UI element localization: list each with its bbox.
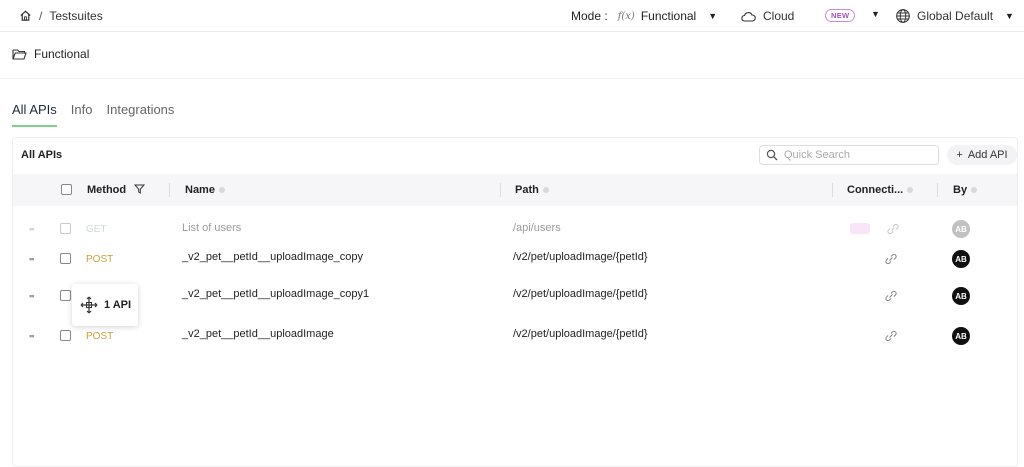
cloud-icon xyxy=(741,11,756,22)
column-connections[interactable]: Connecti... xyxy=(847,184,914,196)
drag-handle-icon[interactable]: ▪▪ xyxy=(29,331,34,341)
new-badge: NEW xyxy=(825,9,856,22)
sort-icon[interactable] xyxy=(971,187,978,194)
row-name[interactable]: _v2_pet__petId__uploadImage_copy1 xyxy=(182,288,369,300)
tab-info[interactable]: Info xyxy=(71,102,93,127)
column-by-label: By xyxy=(953,184,968,196)
row-path: /v2/pet/uploadImage/{petId} xyxy=(513,251,648,263)
breadcrumb-separator: / xyxy=(39,8,43,23)
locale-selector[interactable]: Global Default ▼ xyxy=(895,0,1014,32)
chevron-down-icon[interactable]: ▼ xyxy=(1005,11,1014,21)
globe-icon xyxy=(896,9,910,23)
column-name-label: Name xyxy=(185,184,215,196)
row-method: POST xyxy=(86,331,114,342)
locale-label[interactable]: Global Default xyxy=(917,9,993,23)
column-by[interactable]: By xyxy=(953,184,978,196)
divider xyxy=(0,78,1024,79)
filter-icon[interactable] xyxy=(134,184,146,194)
drag-preview: 1 API xyxy=(72,284,138,326)
search-placeholder: Quick Search xyxy=(784,149,851,161)
row-path: /v2/pet/uploadImage/{petId} xyxy=(513,328,648,340)
folder-open-icon xyxy=(12,49,27,60)
tab-bar: All APIs Info Integrations xyxy=(12,102,174,127)
row-method: POST xyxy=(86,254,114,265)
connection-chip xyxy=(850,223,870,234)
drag-count-label: 1 API xyxy=(103,299,132,311)
row-checkbox[interactable] xyxy=(60,290,71,301)
avatar: AB xyxy=(952,287,970,305)
breadcrumb-testsuites[interactable]: Testsuites xyxy=(49,9,102,23)
add-api-label: Add API xyxy=(967,149,1008,161)
link-icon[interactable] xyxy=(884,253,898,265)
column-divider xyxy=(937,183,938,197)
mode-value[interactable]: Functional xyxy=(641,9,696,23)
column-divider xyxy=(169,183,170,197)
cloud-selector[interactable]: Cloud xyxy=(740,0,794,32)
link-icon[interactable] xyxy=(884,290,898,302)
search-input[interactable]: Quick Search xyxy=(759,145,939,165)
avatar: AB xyxy=(952,250,970,268)
suite-name: Functional xyxy=(34,47,90,61)
row-path: /api/users xyxy=(513,222,561,234)
row-name[interactable]: List of users xyxy=(182,222,241,234)
column-name[interactable]: Name xyxy=(185,184,225,196)
breadcrumb: / Testsuites xyxy=(19,9,103,23)
tab-integrations[interactable]: Integrations xyxy=(106,102,174,127)
panel-title: All APIs xyxy=(21,149,63,161)
mode-selector[interactable]: Mode : f(x) Functional ▼ xyxy=(571,0,717,32)
table-row[interactable]: ▪▪ POST _v2_pet__petId__uploadImage_copy… xyxy=(13,245,1017,273)
sort-icon[interactable] xyxy=(907,187,914,194)
table-row[interactable]: ▪▪ _v2_pet__petId__uploadImage_copy1 /v2… xyxy=(13,282,1017,310)
move-icon xyxy=(80,296,98,314)
row-method: GET xyxy=(86,224,107,235)
row-path: /v2/pet/uploadImage/{petId} xyxy=(513,288,648,300)
chevron-down-icon[interactable]: ▼ xyxy=(708,11,717,21)
add-api-button[interactable]: + Add API xyxy=(947,145,1017,165)
row-checkbox[interactable] xyxy=(60,223,71,234)
drag-handle-icon[interactable]: ▪▪ xyxy=(29,224,34,234)
function-icon: f(x) xyxy=(617,10,635,22)
avatar: AB xyxy=(952,220,970,238)
column-divider xyxy=(832,183,833,197)
drag-handle-icon[interactable]: ▪▪ xyxy=(29,291,34,301)
chevron-down-icon[interactable]: ▼ xyxy=(871,9,880,19)
link-icon[interactable] xyxy=(886,223,900,235)
search-icon xyxy=(766,149,778,161)
column-path[interactable]: Path xyxy=(515,184,549,196)
row-checkbox[interactable] xyxy=(60,253,71,264)
cloud-label[interactable]: Cloud xyxy=(763,9,794,23)
column-method-label: Method xyxy=(87,184,127,196)
tab-all-apis[interactable]: All APIs xyxy=(12,102,57,127)
home-icon[interactable] xyxy=(19,9,32,22)
select-all-checkbox[interactable] xyxy=(61,184,72,195)
link-icon[interactable] xyxy=(884,330,898,342)
plus-icon: + xyxy=(956,149,963,161)
column-connections-label: Connecti... xyxy=(847,184,904,196)
table-row[interactable]: ▪▪ POST _v2_pet__petId__uploadImage /v2/… xyxy=(13,322,1017,350)
sort-icon[interactable] xyxy=(218,187,225,194)
column-divider xyxy=(500,183,501,197)
avatar: AB xyxy=(952,327,970,345)
table-row[interactable]: ▪▪ GET List of users /api/users AB xyxy=(13,215,1017,243)
drag-handle-icon[interactable]: ▪▪ xyxy=(29,254,34,264)
column-path-label: Path xyxy=(515,184,539,196)
row-checkbox[interactable] xyxy=(60,330,71,341)
sort-icon[interactable] xyxy=(542,187,549,194)
column-method[interactable]: Method xyxy=(87,184,146,196)
table-header: Method Name Path Connecti... By xyxy=(13,174,1017,206)
suite-title: Functional xyxy=(12,47,89,61)
row-name[interactable]: _v2_pet__petId__uploadImage xyxy=(182,328,334,340)
row-name[interactable]: _v2_pet__petId__uploadImage_copy xyxy=(182,251,363,263)
mode-label: Mode : xyxy=(571,9,608,23)
